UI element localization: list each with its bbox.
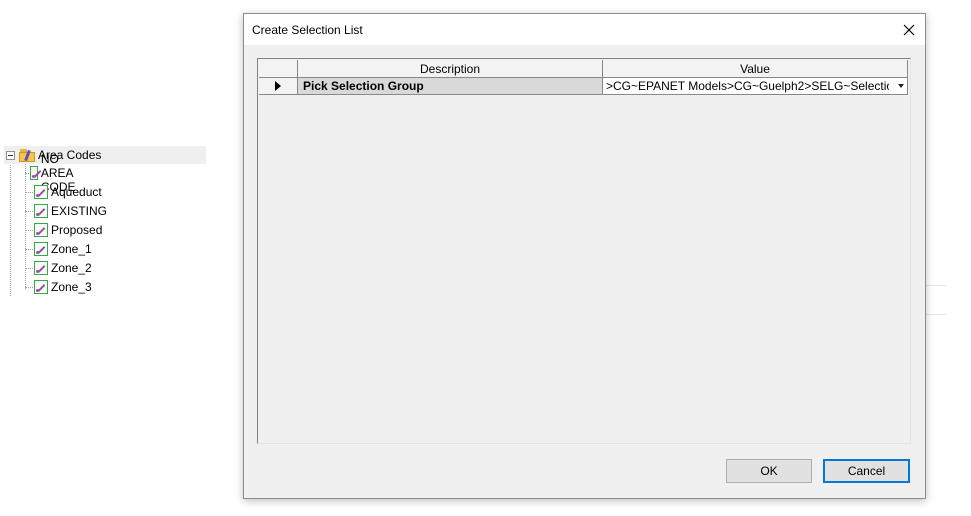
tree-item-label: EXISTING	[51, 204, 108, 218]
tree-item-zone-1[interactable]: Zone_1	[25, 240, 92, 258]
tree-item-existing[interactable]: EXISTING	[25, 202, 107, 220]
area-codes-tree: Area Codes NO AREA CODE Aqueduct EXISTIN…	[0, 0, 230, 516]
area-code-icon	[34, 223, 48, 237]
tree-item-label: Zone_1	[51, 242, 92, 256]
area-code-icon	[29, 166, 38, 180]
background-line	[926, 285, 946, 286]
dialog-titlebar[interactable]: Create Selection List	[244, 14, 925, 45]
folder-icon	[19, 148, 35, 162]
cancel-button[interactable]: Cancel	[823, 459, 910, 483]
area-code-icon	[34, 280, 48, 294]
close-button[interactable]	[893, 14, 925, 45]
property-grid: Description Value Pick Selection Group >…	[257, 58, 911, 444]
area-code-icon	[34, 204, 48, 218]
area-code-icon	[34, 185, 48, 199]
column-header-description[interactable]: Description	[298, 60, 603, 78]
dialog-title: Create Selection List	[252, 22, 363, 37]
current-row-arrow-icon	[275, 81, 281, 91]
grid-header: Description Value	[259, 60, 910, 78]
area-code-icon	[34, 261, 48, 275]
grid-row[interactable]: Pick Selection Group >CG~EPANET Models>C…	[259, 78, 910, 95]
row-selector[interactable]	[259, 78, 298, 95]
dropdown-arrow-icon[interactable]	[898, 84, 904, 88]
tree-item-aqueduct[interactable]: Aqueduct	[25, 183, 102, 201]
value-cell-dropdown[interactable]: >CG~EPANET Models>CG~Guelph2>SELG~Select…	[603, 78, 908, 95]
collapse-icon[interactable]	[6, 150, 15, 160]
tree-node-area-codes[interactable]: Area Codes	[4, 146, 206, 164]
ok-button[interactable]: OK	[726, 459, 812, 483]
background-line	[926, 314, 946, 315]
description-cell[interactable]: Pick Selection Group	[298, 78, 603, 95]
column-header-value[interactable]: Value	[603, 60, 908, 78]
tree-item-label: Proposed	[51, 223, 103, 237]
close-icon	[903, 24, 915, 35]
tree-guide-line	[10, 162, 11, 296]
tree-item-label: Zone_3	[51, 280, 92, 294]
value-cell-text: >CG~EPANET Models>CG~Guelph2>SELG~Select…	[606, 79, 889, 93]
create-selection-list-dialog: Create Selection List Description Value …	[243, 13, 926, 499]
tree-item-zone-2[interactable]: Zone_2	[25, 259, 92, 277]
tree-item-proposed[interactable]: Proposed	[25, 221, 102, 239]
tree-item-zone-3[interactable]: Zone_3	[25, 278, 92, 296]
tree-item-no-area-code[interactable]: NO AREA CODE	[25, 152, 86, 194]
tree-item-label: Aqueduct	[51, 185, 102, 199]
grid-corner	[259, 60, 298, 78]
area-code-icon	[34, 242, 48, 256]
tree-item-label: Zone_2	[51, 261, 92, 275]
